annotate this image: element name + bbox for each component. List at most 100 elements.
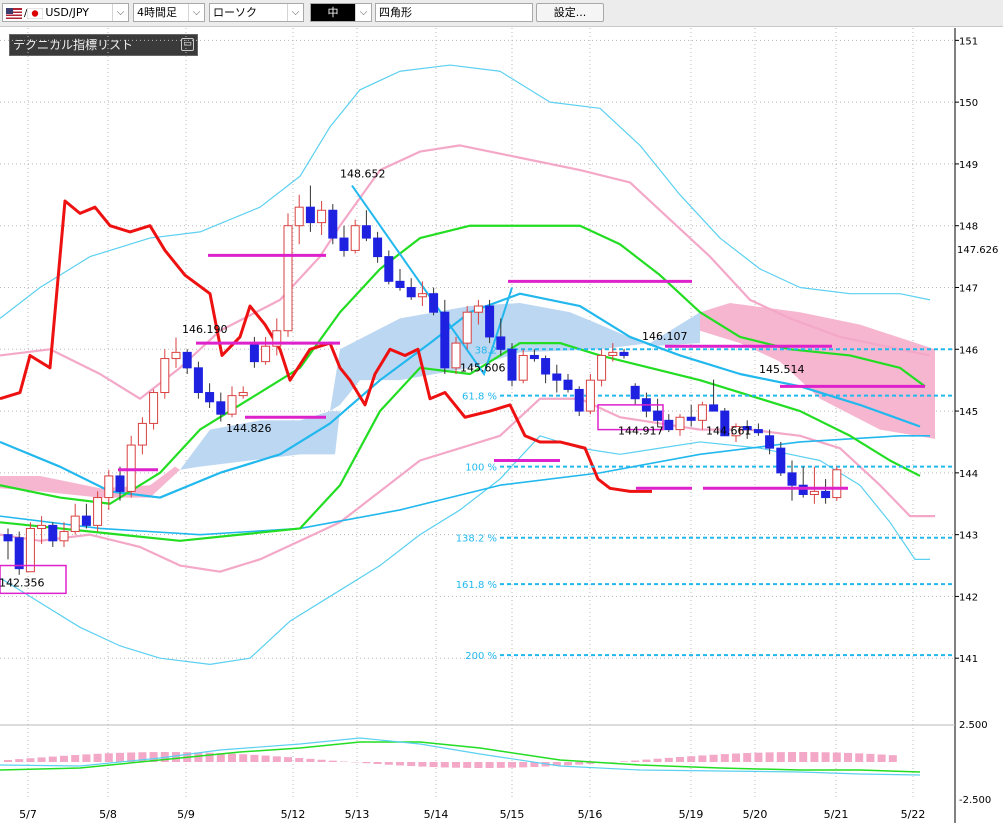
price-tick-label: 145: [959, 407, 978, 418]
macd-histogram-bar: [104, 753, 113, 762]
macd-histogram-bar: [284, 757, 292, 762]
candle-down: [406, 287, 416, 298]
candlesticks: [3, 185, 842, 575]
macd-histogram-bar: [127, 752, 136, 762]
macd-histogram-bar: [429, 762, 438, 768]
moving-average-long: [0, 434, 930, 536]
candle-down: [821, 490, 831, 499]
symbol-select[interactable]: / USD/JPY ⌵: [2, 3, 129, 22]
fib-level-label: 38.2: [475, 345, 497, 356]
macd-histogram-bar: [172, 752, 180, 762]
macd-histogram-bar: [776, 752, 785, 762]
candle-up: [451, 342, 461, 369]
macd-histogram-bar: [732, 753, 740, 762]
macd-histogram-bar: [866, 753, 875, 762]
macd-histogram-bar: [362, 762, 371, 764]
candle-up: [585, 379, 595, 412]
candle-up: [272, 330, 282, 347]
macd-histogram-bar: [463, 762, 472, 768]
low-highlight-box: [0, 564, 67, 595]
timeframe-select[interactable]: 4時間足 ⌵: [133, 3, 205, 22]
macd-histogram-bar: [194, 752, 203, 762]
candle-up: [25, 527, 35, 573]
macd-histogram-bar: [844, 752, 852, 762]
candle-down: [384, 256, 394, 282]
candle-down: [686, 416, 696, 421]
macd-histogram-bar: [720, 754, 729, 762]
chart-grid: [0, 28, 955, 800]
macd-histogram-bar: [508, 762, 516, 768]
candle-up: [294, 206, 304, 227]
candle-up: [160, 358, 170, 394]
cloud-segment: [0, 466, 180, 498]
candle-up: [832, 469, 842, 499]
macd-histogram-bar: [575, 762, 584, 765]
macd-histogram-bar: [597, 762, 606, 764]
chevron-down-icon[interactable]: ⌵: [188, 4, 204, 21]
candle-down: [81, 515, 91, 526]
date-label: 5/13: [345, 808, 370, 821]
candle-down: [742, 426, 752, 431]
size-select[interactable]: 中 ⌵: [310, 3, 372, 22]
candle-down: [485, 305, 495, 338]
cloud-segment: [330, 302, 700, 412]
candle-down: [529, 354, 539, 360]
fib-level-label: 200 %: [465, 651, 497, 662]
macd-histogram-bar: [82, 754, 91, 762]
price-tick-label: 142: [959, 592, 978, 603]
macd-histogram-bar: [418, 762, 427, 767]
bollinger-lower-2sigma: [0, 397, 935, 573]
candle-down: [776, 447, 786, 474]
annotations: 148.652 146.190 144.826 145.606 146.107 144.9…: [0, 168, 925, 595]
fib-level-label: 138.2 %: [456, 534, 497, 545]
cloud-segment: [700, 302, 935, 439]
macd-histogram-bar: [888, 755, 897, 762]
macd-histogram-bar: [709, 754, 718, 762]
macd-histogram-bar: [373, 762, 382, 765]
candle-up: [597, 354, 607, 381]
macd-histogram-bar: [452, 762, 460, 768]
candle-down: [328, 209, 338, 239]
chevron-down-icon[interactable]: ⌵: [355, 4, 371, 21]
timeframe-label: 4時間足: [137, 6, 177, 19]
macd-histogram-bar: [877, 754, 886, 762]
macd-histogram-bar: [205, 752, 214, 762]
indicator-list-panel[interactable]: テクニカル指標リスト ▭: [9, 34, 198, 56]
macd-histogram-bar: [653, 758, 662, 762]
drawing-tool-select[interactable]: 四角形: [375, 3, 533, 22]
chevron-down-icon[interactable]: ⌵: [287, 4, 303, 21]
price-tick-label: 148: [959, 222, 978, 233]
macd-histogram-bar: [799, 752, 808, 762]
date-label: 5/9: [177, 808, 195, 821]
settings-button[interactable]: 設定...: [536, 3, 604, 22]
low-highlight-box: [597, 404, 664, 431]
macd-histogram-bar: [116, 752, 124, 762]
candle-up: [518, 354, 528, 381]
bollinger-lower-3sigma: [0, 435, 930, 665]
macd-histogram-bar: [855, 753, 864, 762]
macd-histogram-bar: [754, 752, 763, 762]
chart-style-select[interactable]: ローソク ⌵: [209, 3, 304, 22]
candle-up: [171, 351, 181, 360]
price-tick-label: 147: [959, 284, 978, 295]
date-label: 5/12: [281, 808, 306, 821]
sub-tick-top: 2.500: [959, 720, 988, 731]
candle-down: [709, 404, 719, 412]
date-label: 5/21: [824, 808, 849, 821]
candle-down: [14, 537, 24, 570]
macd-histogram-bar: [328, 760, 337, 762]
price-tick-label: 149: [959, 160, 978, 171]
candle-down: [3, 534, 13, 542]
macd-histogram-bar: [676, 757, 684, 762]
price-tick-label: 141: [959, 654, 978, 665]
minimize-icon[interactable]: ▭: [181, 38, 194, 51]
macd-histogram-bar: [93, 753, 102, 762]
chevron-down-icon[interactable]: ⌵: [112, 4, 128, 21]
macd-histogram-bar: [239, 754, 248, 762]
date-label: 5/20: [743, 808, 768, 821]
date-label: 5/15: [500, 808, 525, 821]
price-callout-label: 145.514: [759, 363, 805, 376]
macd-histogram-bar: [541, 762, 550, 767]
price-callout-label: 142.356: [0, 577, 45, 590]
candle-down: [440, 311, 450, 369]
